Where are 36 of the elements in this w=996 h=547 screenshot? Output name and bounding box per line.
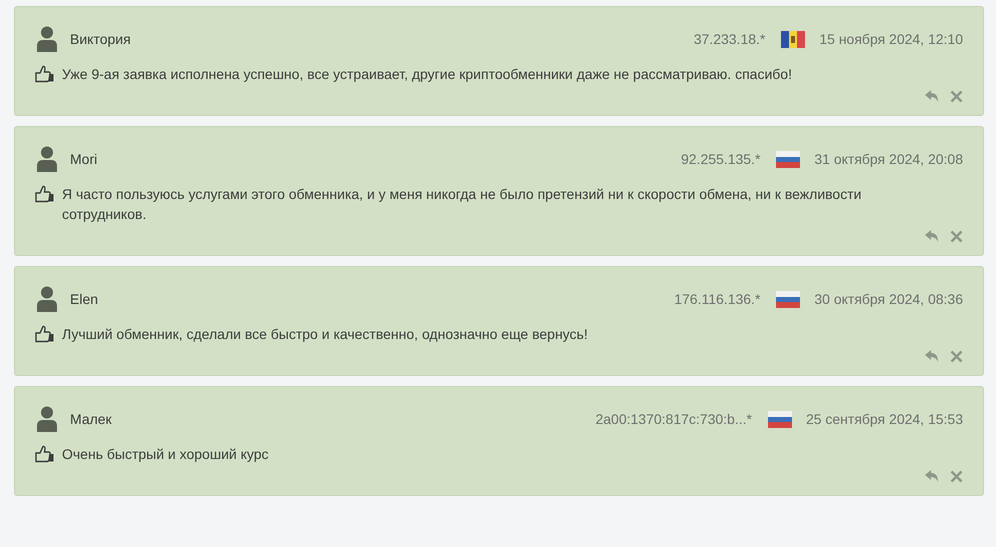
flag-icon (781, 30, 806, 48)
thumbs-up-icon (35, 185, 54, 203)
review-date: 30 октября 2024, 08:36 (814, 290, 963, 309)
thumbs-up-icon (35, 65, 54, 83)
author-name: Mori (70, 150, 98, 168)
review-date: 15 ноября 2024, 12:10 (819, 30, 963, 49)
ip-address: 2a00:1370:817c:730:b...* (595, 410, 752, 428)
delete-button[interactable] (950, 350, 963, 363)
ip-address: 37.233.18.* (694, 30, 766, 48)
review-date: 31 октября 2024, 20:08 (814, 150, 963, 169)
thumbs-up-icon (35, 445, 54, 463)
review-text: Лучший обменник, сделали все быстро и качественно, однозначно еще вернусь! (62, 325, 589, 344)
author-name: Elen (70, 290, 98, 308)
review-text: Я часто пользуюсь услугами этого обменника, и у меня никогда не было претензий ни к скорости обмена, ни к вежливости сотрудников. (62, 185, 862, 224)
reply-button[interactable] (925, 470, 940, 483)
flag-icon (776, 290, 800, 308)
review-text: Очень быстрый и хороший курс (62, 445, 270, 464)
delete-button[interactable] (950, 230, 963, 243)
ip-address: 176.116.136.* (674, 290, 760, 308)
delete-button[interactable] (950, 90, 963, 103)
user-icon (37, 406, 57, 432)
user-icon (37, 26, 57, 52)
reply-button[interactable] (925, 230, 940, 243)
ip-address: 92.255.135.* (680, 150, 760, 168)
user-icon (37, 286, 57, 312)
flag-icon (768, 410, 792, 428)
reply-button[interactable] (925, 90, 940, 103)
author-name: Малек (70, 410, 112, 428)
review-date: 25 сентября 2024, 15:53 (806, 410, 963, 429)
user-icon (37, 146, 57, 172)
flag-icon (776, 150, 800, 168)
author-name: Виктория (70, 30, 131, 49)
review-text: Уже 9-ая заявка исполнена успешно, все устраивает, другие криптообменники даже не рассматриваю. спасибо! (62, 65, 793, 84)
reply-button[interactable] (925, 350, 940, 363)
thumbs-up-icon (35, 325, 54, 343)
delete-button[interactable] (950, 470, 963, 483)
